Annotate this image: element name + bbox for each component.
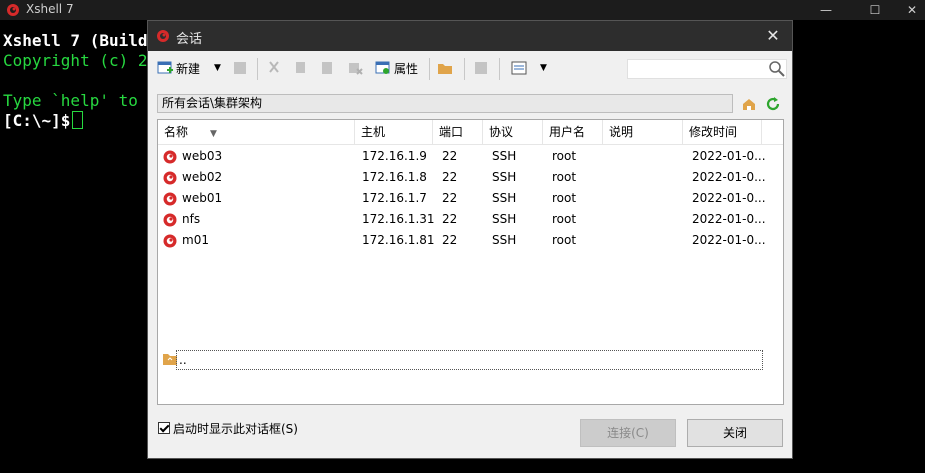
column-header-description[interactable]: 说明	[603, 120, 683, 144]
new-session-icon	[157, 61, 173, 74]
session-host: 172.16.1.81	[362, 233, 435, 247]
properties-label: 属性	[394, 61, 419, 76]
export-icon[interactable]	[472, 59, 490, 77]
session-user: root	[552, 149, 577, 163]
column-header-name[interactable]: 名称 ▼	[158, 120, 355, 144]
delete-icon[interactable]	[346, 59, 364, 77]
column-header-port[interactable]: 端口	[433, 120, 483, 144]
session-modified: 2022-01-0...	[692, 170, 766, 184]
toolbar-separator	[499, 58, 500, 80]
toolbar-separator	[257, 58, 258, 80]
new-session-label: 新建	[176, 61, 201, 76]
minimize-button[interactable]: —	[803, 0, 849, 20]
search-icon[interactable]	[768, 60, 786, 78]
startup-checkbox-row[interactable]: 启动时显示此对话框(S)	[158, 419, 298, 437]
session-port: 22	[442, 191, 458, 205]
session-row[interactable]: nfs 172.16.1.31 22 SSH root 2022-01-0...	[158, 209, 783, 230]
cut-icon[interactable]	[265, 59, 283, 77]
session-user: root	[552, 212, 577, 226]
open-session-icon[interactable]	[231, 59, 249, 77]
session-protocol: SSH	[492, 233, 517, 247]
session-row[interactable]: web02 172.16.1.8 22 SSH root 2022-01-0...	[158, 167, 783, 188]
xshell-logo-icon	[7, 4, 19, 16]
session-port: 22	[442, 170, 458, 184]
session-port: 22	[442, 149, 458, 163]
column-header-user[interactable]: 用户名	[543, 120, 603, 144]
session-modified: 2022-01-0...	[692, 212, 766, 226]
dialog-title: 会话	[176, 32, 203, 47]
session-protocol: SSH	[492, 170, 517, 184]
session-name: m01	[182, 233, 209, 247]
view-dropdown-arrow-icon[interactable]: ▼	[540, 57, 547, 79]
session-dialog: 会话 ✕ 新建 ▼ 属性 ▼ 所有会话\集群架构 名称 ▼ 主机 端口 协议 用…	[147, 20, 793, 459]
session-port: 22	[442, 212, 458, 226]
sort-arrow-icon: ▼	[210, 129, 217, 139]
view-icon[interactable]	[510, 59, 528, 77]
session-protocol: SSH	[492, 212, 517, 226]
session-modified: 2022-01-0...	[692, 233, 766, 247]
session-list-header: 名称 ▼ 主机 端口 协议 用户名 说明 修改时间	[158, 120, 783, 145]
copy-icon[interactable]	[292, 59, 310, 77]
session-protocol: SSH	[492, 191, 517, 205]
terminal-line-1: Xshell 7 (Build	[3, 31, 148, 50]
close-window-button[interactable]: ✕	[899, 0, 925, 20]
session-protocol: SSH	[492, 149, 517, 163]
xshell-logo-icon	[157, 30, 169, 42]
home-icon[interactable]	[741, 96, 757, 112]
dialog-toolbar: 新建 ▼ 属性 ▼	[148, 51, 792, 85]
session-modified: 2022-01-0...	[692, 149, 766, 163]
close-button[interactable]: 关闭	[687, 419, 783, 447]
toolbar-separator	[429, 58, 430, 80]
session-host: 172.16.1.31	[362, 212, 435, 226]
terminal-title: Xshell 7	[26, 2, 74, 16]
session-port: 22	[442, 233, 458, 247]
session-host: 172.16.1.9	[362, 149, 427, 163]
dialog-titlebar: 会话 ✕	[148, 21, 792, 51]
column-header-protocol[interactable]: 协议	[483, 120, 543, 144]
session-user: root	[552, 170, 577, 184]
properties-icon	[375, 61, 390, 74]
session-row[interactable]: m01 172.16.1.81 22 SSH root 2022-01-0...	[158, 230, 783, 251]
session-list[interactable]: 名称 ▼ 主机 端口 协议 用户名 说明 修改时间 web03 172.16.1.9…	[157, 119, 784, 405]
terminal-line-3: Type `help' to	[3, 91, 138, 110]
session-row[interactable]: web01 172.16.1.7 22 SSH root 2022-01-0...	[158, 188, 783, 209]
session-user: root	[552, 191, 577, 205]
connect-button[interactable]: 连接(C)	[580, 419, 676, 447]
terminal-prompt: [C:\~]$	[3, 111, 71, 130]
paste-icon[interactable]	[318, 59, 336, 77]
session-host: 172.16.1.8	[362, 170, 427, 184]
startup-checkbox-label: 启动时显示此对话框(S)	[173, 421, 298, 436]
startup-checkbox[interactable]	[158, 422, 170, 434]
folder-icon[interactable]	[436, 59, 454, 77]
session-modified: 2022-01-0...	[692, 191, 766, 205]
session-name: web03	[182, 149, 223, 163]
parent-folder-item[interactable]: ..	[176, 350, 763, 370]
session-icon	[163, 234, 177, 248]
session-icon	[163, 213, 177, 227]
session-path-bar[interactable]: 所有会话\集群架构	[157, 94, 733, 113]
session-name: web01	[182, 191, 223, 205]
properties-button[interactable]: 属性	[374, 57, 418, 79]
search-input[interactable]	[627, 59, 787, 79]
terminal-cursor	[72, 111, 84, 129]
session-name: nfs	[182, 212, 201, 226]
terminal-titlebar: Xshell 7 — ☐ ✕	[0, 0, 925, 20]
toolbar-separator	[464, 58, 465, 80]
new-session-button[interactable]: 新建	[156, 57, 200, 79]
column-header-modified[interactable]: 修改时间	[683, 120, 762, 144]
refresh-icon[interactable]	[764, 95, 782, 113]
session-name: web02	[182, 170, 223, 184]
session-user: root	[552, 233, 577, 247]
column-header-host[interactable]: 主机	[355, 120, 433, 144]
session-icon	[163, 192, 177, 206]
new-dropdown-arrow-icon[interactable]: ▼	[214, 57, 221, 79]
maximize-button[interactable]: ☐	[852, 0, 898, 20]
session-icon	[163, 171, 177, 185]
session-host: 172.16.1.7	[362, 191, 427, 205]
terminal-prompt-line: [C:\~]$	[3, 111, 84, 131]
session-icon	[163, 150, 177, 164]
session-row[interactable]: web03 172.16.1.9 22 SSH root 2022-01-0...	[158, 146, 783, 167]
terminal-line-2: Copyright (c) 2	[3, 51, 148, 70]
dialog-close-icon[interactable]: ✕	[762, 25, 784, 47]
